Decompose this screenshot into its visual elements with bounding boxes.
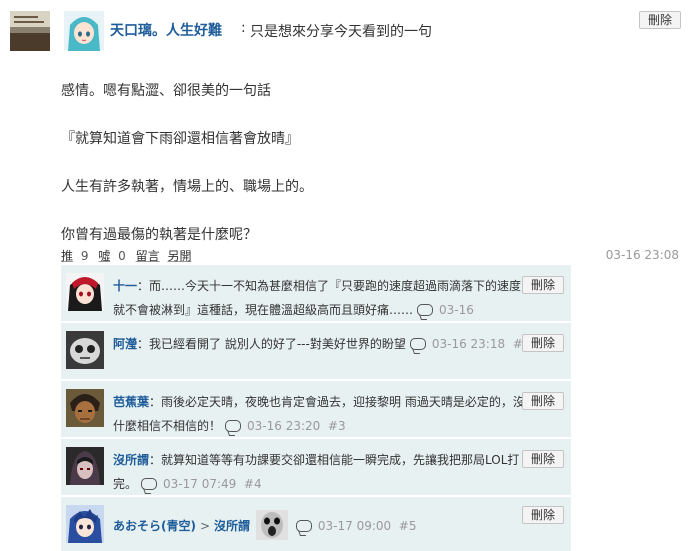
- comment-item: 阿瀅：我已經看開了 說別人的好了---對美好世界的盼望03-16 23:18 #…: [61, 322, 571, 379]
- comment-time: 03-17 07:49: [163, 477, 237, 491]
- group-logo-icon[interactable]: [10, 11, 50, 51]
- comment-item: 沒所謂：就算知道等等有功課要交卻還相信能一瞬完成，先讓我把那局LOL打完。 03-…: [61, 438, 571, 495]
- comment-floor: #5: [398, 519, 417, 533]
- delete-comment-button[interactable]: 刪除: [522, 506, 565, 524]
- comment-author[interactable]: 阿瀅: [113, 337, 137, 351]
- comment-bubble-icon[interactable]: [409, 338, 426, 350]
- red-hair-anime-avatar-icon[interactable]: [66, 273, 104, 311]
- delete-comment-button[interactable]: 刪除: [522, 334, 565, 352]
- open-new-link[interactable]: 另開: [167, 247, 191, 264]
- comment-author[interactable]: 十一: [113, 279, 137, 293]
- post-author-name[interactable]: 天口璃。人生好難: [110, 20, 222, 40]
- title-separator: :: [241, 20, 246, 36]
- comment-bubble-icon[interactable]: [225, 420, 242, 432]
- post-body-line: 人生有許多執著，情場上的、職場上的。: [61, 179, 313, 195]
- comment-separator: ：: [149, 395, 162, 409]
- comment-time: 03-17 09:00: [317, 519, 392, 533]
- comment-content: あおそら(青空) > 沒所謂 03-17 09:00 #5: [113, 510, 533, 540]
- delete-comment-button[interactable]: 刪除: [522, 276, 565, 294]
- comment-author[interactable]: 芭蕉葉: [113, 395, 149, 409]
- reply-arrow: >: [199, 519, 211, 533]
- comment-item: あおそら(青空) > 沒所謂 03-17 09:00 #5 刪除: [61, 496, 571, 551]
- anime-girl-avatar-icon[interactable]: [64, 11, 104, 51]
- blue-hair-anime-avatar-icon[interactable]: [66, 505, 104, 543]
- delete-post-button[interactable]: 刪除: [638, 11, 681, 29]
- post-header: 天口璃。人生好難 : 只是想來分享今天看到的一句 刪除: [10, 10, 681, 52]
- comment-item: 十一：而……今天十一不知為甚麼相信了『只要跑的速度超過雨滴落下的速度就不會被淋到…: [61, 264, 571, 341]
- push-button[interactable]: 推: [61, 247, 73, 264]
- comment-floor: #4: [243, 477, 262, 491]
- post-body: 感情。嗯有點澀、卻很美的一句話 『就算知道會下雨卻還相信著會放晴』 人生有許多執…: [61, 80, 661, 272]
- comment-content: 芭蕉葉：雨後必定天晴，夜晚也肯定會過去，迎接黎明 雨過天晴是必定的，沒什麼相信不…: [113, 390, 533, 438]
- screaming-face-avatar-icon[interactable]: [255, 510, 288, 540]
- delete-comment-button[interactable]: 刪除: [522, 450, 565, 468]
- comment-separator: ：: [137, 279, 150, 293]
- post-body-line: 感情。嗯有點澀、卻很美的一句話: [61, 83, 271, 99]
- comment-bubble-icon[interactable]: [141, 478, 158, 490]
- comment-author[interactable]: 沒所謂: [113, 453, 149, 467]
- push-count: 9: [80, 249, 89, 263]
- comment-time: 03-16 23:20: [247, 419, 321, 433]
- reply-link[interactable]: 留言: [136, 247, 160, 264]
- comment-bubble-icon[interactable]: [295, 520, 312, 532]
- comment-separator: ：: [149, 453, 162, 467]
- boo-count: 0: [118, 249, 126, 263]
- comment-item: 芭蕉葉：雨後必定天晴，夜晚也肯定會過去，迎接黎明 雨過天晴是必定的，沒什麼相信不…: [61, 380, 571, 437]
- comment-separator: ：: [137, 337, 150, 351]
- dark-hooded-avatar-icon[interactable]: [66, 447, 104, 485]
- comment-author[interactable]: あおそら(青空): [113, 519, 196, 533]
- reply-to-user[interactable]: 沒所謂: [214, 519, 250, 533]
- post-date: 03-16 23:08: [605, 248, 679, 262]
- warrior-avatar-icon[interactable]: [66, 389, 104, 427]
- comment-bubble-icon[interactable]: [417, 304, 434, 316]
- delete-comment-button[interactable]: 刪除: [522, 392, 565, 410]
- boo-button[interactable]: 噓: [98, 247, 110, 264]
- post-actions: 推 9 噓 0 留言 另開: [61, 247, 195, 264]
- comment-time: 03-16 23:18: [431, 337, 506, 351]
- comment-floor: #3: [327, 419, 346, 433]
- comment-text: 我已經看開了 說別人的好了---對美好世界的盼望: [149, 337, 406, 351]
- comment-content: 阿瀅：我已經看開了 說別人的好了---對美好世界的盼望03-16 23:18 #…: [113, 332, 533, 356]
- robot-face-avatar-icon[interactable]: [66, 331, 104, 369]
- post-body-line: 『就算知道會下雨卻還相信著會放晴』: [61, 131, 299, 147]
- post-title: 只是想來分享今天看到的一句: [250, 24, 432, 40]
- comment-content: 沒所謂：就算知道等等有功課要交卻還相信能一瞬完成，先讓我把那局LOL打完。 03-…: [113, 448, 533, 496]
